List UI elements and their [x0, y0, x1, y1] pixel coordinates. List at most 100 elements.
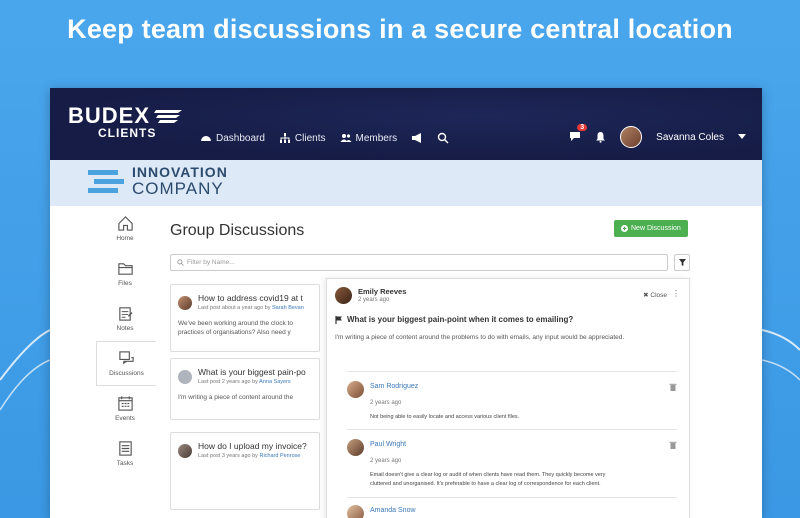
- user-name[interactable]: Savanna Coles: [656, 132, 724, 143]
- reply-body: Not being able to easily locate and acce…: [370, 414, 520, 420]
- new-discussion-label: New Discussion: [631, 225, 681, 232]
- logo-wings-icon: [154, 110, 182, 123]
- card-avatar: [178, 444, 192, 458]
- nav-members-label: Members: [355, 132, 398, 144]
- discussion-card[interactable]: What is your biggest pain-po Last post 2…: [170, 358, 320, 420]
- card-meta: Last post 2 years ago by: [198, 379, 258, 385]
- discussion-card[interactable]: How do I upload my invoice? Last post 3 …: [170, 432, 320, 510]
- sidebar-label-discussions: Discussions: [109, 370, 144, 377]
- reply-author-link[interactable]: Paul Wright: [370, 441, 406, 448]
- card-author-link[interactable]: Richard Penrose: [259, 453, 300, 459]
- members-icon: [340, 134, 351, 142]
- sidebar-item-discussions[interactable]: Discussions: [96, 341, 156, 386]
- bell-icon[interactable]: [595, 131, 606, 143]
- sidebar-item-home[interactable]: Home: [96, 206, 154, 251]
- plus-circle-icon: [621, 225, 628, 232]
- company-logo: INNOVATION COMPANY: [88, 165, 228, 198]
- logo-line1: BUDEX: [68, 103, 151, 128]
- sidebar-item-tasks[interactable]: Tasks: [96, 431, 154, 476]
- tasks-icon: [118, 441, 132, 456]
- company-logo-icon: [88, 169, 124, 193]
- discussion-card[interactable]: How to address covid19 at t Last post ab…: [170, 284, 320, 352]
- close-button[interactable]: ✖ Close: [643, 291, 667, 299]
- search-icon: [177, 259, 184, 266]
- main-nav: Dashboard Clients Members: [200, 132, 449, 144]
- page-title: Group Discussions: [170, 222, 305, 239]
- discussions-icon: [119, 351, 134, 365]
- budex-logo[interactable]: BUDEX CLIENTS: [68, 103, 182, 140]
- reply-avatar: [347, 381, 364, 398]
- company-name-line2: COMPANY: [132, 179, 224, 198]
- reply-avatar: [347, 439, 364, 456]
- company-banner: INNOVATION COMPANY: [50, 160, 762, 206]
- app-window: BUDEX CLIENTS Dashboard Clients Members: [50, 88, 762, 518]
- card-meta: Last post about a year ago by: [198, 305, 271, 311]
- card-title: What is your biggest pain-po: [198, 367, 306, 377]
- reply-avatar: [347, 505, 364, 518]
- reply-author-link[interactable]: Sam Rodriguez: [370, 383, 418, 390]
- megaphone-icon: [412, 133, 422, 143]
- nav-dashboard[interactable]: Dashboard: [200, 132, 265, 144]
- user-avatar[interactable]: [620, 126, 643, 148]
- detail-time: 2 years ago: [358, 297, 390, 303]
- dashboard-icon: [201, 136, 211, 141]
- nav-members[interactable]: Members: [340, 132, 398, 144]
- card-meta: Last post 3 years ago by: [198, 453, 258, 459]
- card-author-link[interactable]: Sarah Bevan: [272, 305, 304, 311]
- divider: [347, 429, 677, 430]
- funnel-icon: [678, 259, 686, 266]
- reply-item: Amanda Snow: [347, 505, 677, 518]
- filter-input[interactable]: Filter by Name...: [170, 254, 668, 271]
- search-icon: [437, 132, 449, 144]
- clients-icon: [279, 133, 290, 143]
- sidebar-label-events: Events: [115, 415, 135, 422]
- close-icon: ✖: [643, 292, 649, 299]
- home-icon: [117, 216, 133, 231]
- marketing-headline: Keep team discussions in a secure centra…: [67, 14, 733, 44]
- reply-item: Sam Rodriguez 2 years ago Not being able…: [347, 381, 677, 422]
- company-name-line1: INNOVATION: [132, 164, 228, 180]
- trash-icon[interactable]: [669, 383, 677, 391]
- chat-icon: [570, 131, 581, 141]
- more-options-icon[interactable]: ⋮: [672, 289, 680, 298]
- reply-time: 2 years ago: [370, 400, 402, 406]
- detail-question: What is your biggest pain-point when it …: [347, 315, 574, 324]
- logo-line2: CLIENTS: [98, 126, 157, 140]
- sidebar-item-events[interactable]: Events: [96, 386, 154, 431]
- filter-placeholder: Filter by Name...: [187, 259, 235, 266]
- card-author-link[interactable]: Anna Sayers: [259, 379, 291, 385]
- card-avatar-placeholder: [178, 370, 192, 384]
- reply-body-line: Email doesn't give a clear log or audit …: [370, 472, 606, 478]
- card-body-line: I'm writing a piece of content around th…: [178, 394, 294, 401]
- sidebar-item-files[interactable]: Files: [96, 251, 154, 296]
- card-body-line: We've been working around the clock to: [178, 320, 293, 327]
- card-title: How do I upload my invoice?: [198, 441, 307, 451]
- detail-author-name: Emily Reeves: [358, 287, 407, 296]
- user-area: 3 Savanna Coles: [569, 123, 746, 148]
- sidebar-item-notes[interactable]: Notes: [96, 296, 154, 341]
- filter-button[interactable]: [674, 254, 690, 271]
- notification-badge: 3: [577, 123, 588, 131]
- reply-author-link[interactable]: Amanda Snow: [370, 507, 416, 514]
- nav-clients-label: Clients: [294, 132, 326, 144]
- flag-icon: [335, 315, 342, 324]
- card-title: How to address covid19 at t: [198, 293, 303, 303]
- close-label: Close: [650, 292, 667, 299]
- messages-button[interactable]: 3: [569, 123, 588, 145]
- sidebar-label-files: Files: [118, 280, 132, 287]
- reply-body-line: cluttered and unorganised. It's preferab…: [370, 481, 601, 487]
- calendar-icon: [117, 396, 133, 411]
- divider: [347, 371, 677, 372]
- nav-announcements[interactable]: [411, 132, 423, 144]
- nav-search[interactable]: [437, 132, 449, 144]
- new-discussion-button[interactable]: New Discussion: [614, 220, 688, 237]
- reply-item: Paul Wright 2 years ago Email doesn't gi…: [347, 439, 677, 489]
- chevron-down-icon[interactable]: [738, 134, 746, 140]
- trash-icon[interactable]: [669, 441, 677, 449]
- detail-question-body: I'm writing a piece of content around th…: [335, 334, 625, 341]
- top-navbar: BUDEX CLIENTS Dashboard Clients Members: [50, 88, 762, 160]
- nav-clients[interactable]: Clients: [279, 132, 326, 144]
- sidebar: Home Files Notes Discussions Events Task…: [96, 206, 156, 476]
- card-avatar: [178, 296, 192, 310]
- notes-icon: [118, 307, 133, 321]
